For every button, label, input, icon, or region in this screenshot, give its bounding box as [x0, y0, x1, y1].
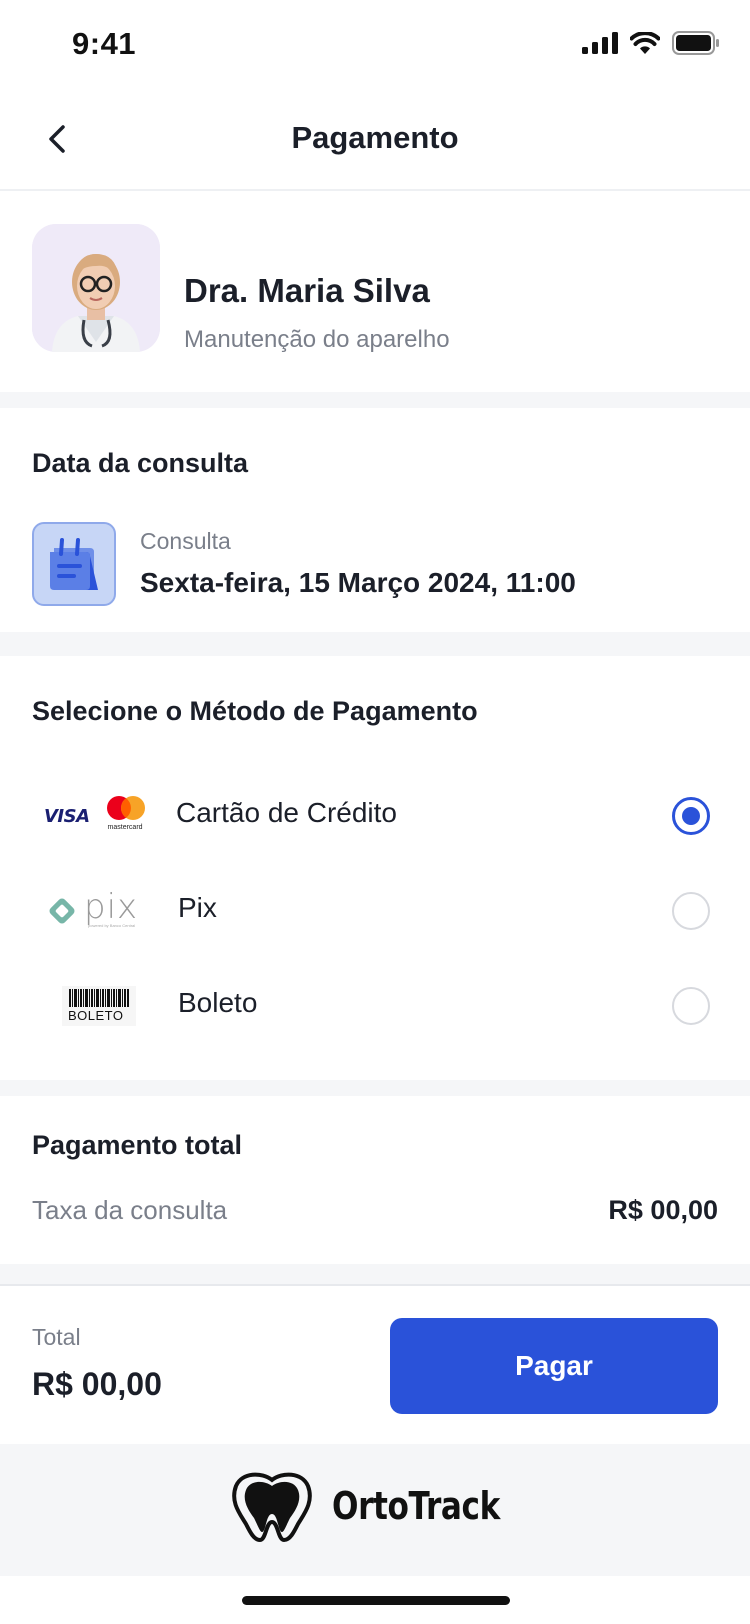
payment-option-credit-card[interactable]: VISA mastercard Cartão de Crédito: [0, 771, 750, 861]
doctor-name: Dra. Maria Silva: [184, 272, 430, 309]
total-value: R$ 00,00: [32, 1366, 162, 1402]
doctor-subtitle: Manutenção do aparelho: [184, 326, 450, 353]
appointment-label: Consulta: [140, 528, 231, 554]
avatar: [32, 224, 160, 352]
radio-unselected[interactable]: [672, 892, 710, 930]
boleto-logo: BOLETO: [62, 961, 136, 1051]
payment-option-label: Pix: [178, 892, 217, 923]
brand-name: OrtoTrack: [332, 1484, 500, 1528]
pay-button[interactable]: Pagar: [390, 1318, 718, 1414]
calendar-tile: [32, 522, 116, 606]
status-time: 9:41: [72, 26, 137, 61]
mastercard-logo: mastercard: [106, 794, 148, 838]
section-divider: [0, 392, 750, 408]
payment-option-pix[interactable]: pix powered by Banco Central Pix: [0, 866, 750, 956]
battery-icon: [672, 31, 719, 55]
total-label: Total: [32, 1324, 81, 1350]
section-divider: [0, 632, 750, 656]
payment-methods-title: Selecione o Método de Pagamento: [32, 696, 478, 726]
appointment-section-title: Data da consulta: [32, 448, 249, 478]
mastercard-wordmark: mastercard: [107, 824, 143, 831]
payment-option-label: Boleto: [178, 987, 258, 1018]
radio-unselected[interactable]: [672, 987, 710, 1025]
pix-logo: pix powered by Banco Central: [44, 866, 148, 956]
nav-bar: Pagamento: [0, 92, 750, 191]
boleto-wordmark: BOLETO: [68, 1008, 124, 1023]
status-icons: [582, 31, 720, 55]
page-title: Pagamento: [291, 120, 459, 155]
payment-option-label: Cartão de Crédito: [176, 797, 398, 828]
fee-label: Taxa da consulta: [32, 1195, 228, 1225]
payment-option-boleto[interactable]: BOLETO Boleto: [0, 961, 750, 1051]
signal-icon: [582, 32, 618, 54]
checkout-footer: Total R$ 00,00 Pagar: [0, 1284, 750, 1444]
section-divider: [0, 1264, 750, 1284]
section-divider: [0, 1080, 750, 1096]
wifi-icon: [630, 32, 660, 54]
summary-section-title: Pagamento total: [32, 1130, 243, 1160]
pix-diamond-icon: [49, 898, 75, 924]
fee-value: R$ 00,00: [608, 1195, 718, 1225]
brand-band: OrtoTrack: [0, 1444, 750, 1576]
radio-selected[interactable]: [672, 797, 710, 835]
brand-logo: OrtoTrack: [228, 1470, 537, 1542]
visa-mastercard-logo: VISA mastercard: [44, 771, 148, 861]
pix-tagline: powered by Banco Central: [88, 923, 136, 928]
calendar-icon: [50, 538, 98, 590]
barcode-icon: [69, 989, 129, 1007]
doctor-portrait-icon: [32, 224, 160, 352]
home-indicator[interactable]: [242, 1596, 510, 1605]
visa-logo-text: VISA: [44, 805, 90, 827]
doctor-card: Dra. Maria Silva Manutenção do aparelho: [0, 192, 750, 392]
status-bar: 9:41: [0, 0, 750, 92]
appointment-datetime: Sexta-feira, 15 Março 2024, 11:00: [140, 567, 576, 598]
tooth-icon: [232, 1472, 312, 1542]
pix-wordmark: pix: [84, 887, 139, 927]
